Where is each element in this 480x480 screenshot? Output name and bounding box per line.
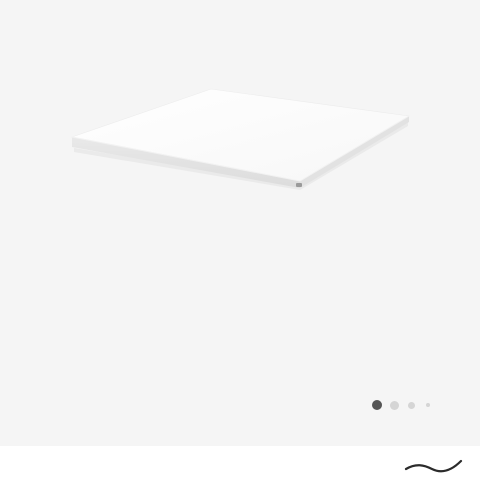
carousel-dot-3[interactable] (408, 401, 415, 409)
carousel-pagination (372, 398, 430, 412)
bottom-bar (0, 446, 480, 480)
product-viewer (0, 0, 480, 480)
carousel-dot-1[interactable] (372, 400, 382, 410)
wave-logo-icon (404, 459, 463, 473)
carousel-dot-2[interactable] (390, 400, 399, 410)
image-gallery[interactable] (0, 0, 480, 446)
carousel-dot-4[interactable] (426, 403, 430, 407)
mattress-topper-image (70, 88, 410, 190)
